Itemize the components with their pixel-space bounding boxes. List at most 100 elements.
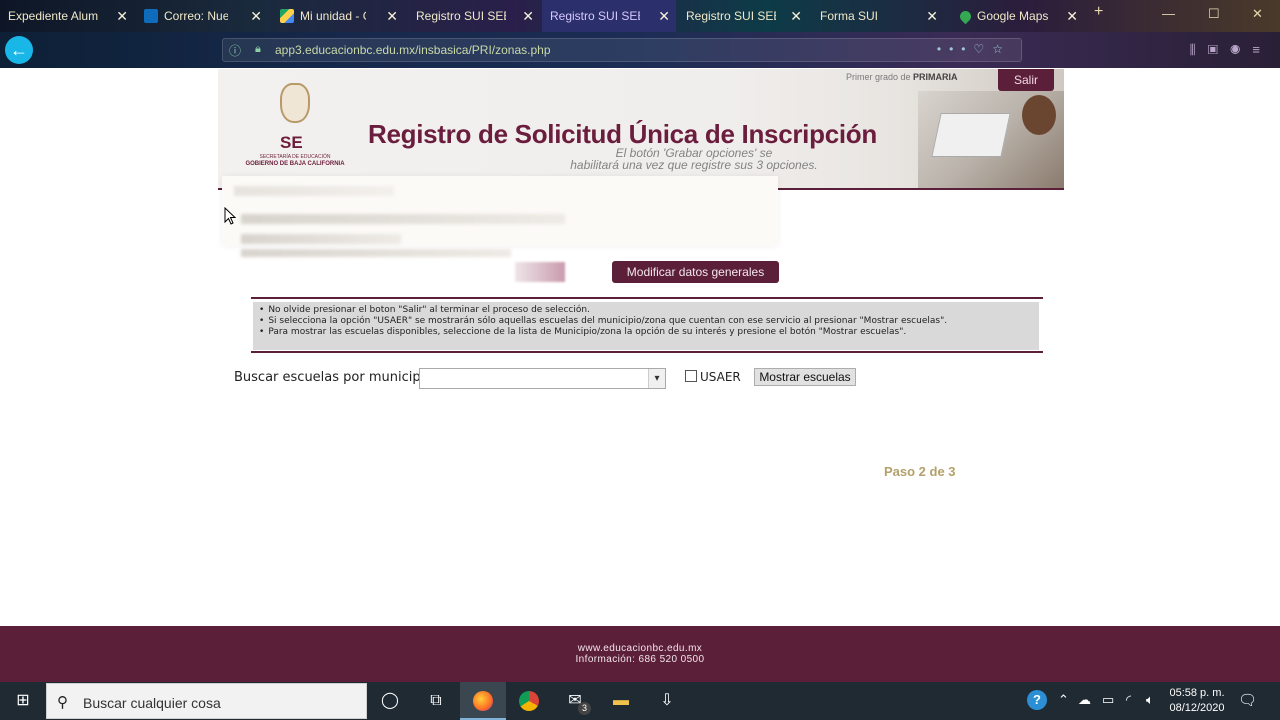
search-icon: ⚲ xyxy=(57,694,68,711)
instructions-list: No olvide presionar el boton "Salir" al … xyxy=(259,305,947,338)
redacted-line xyxy=(241,249,511,257)
chevron-down-icon[interactable]: ▾ xyxy=(648,369,665,388)
site-banner: SE SECRETARÍA DE EDUCACIÓN GOBIERNO DE B… xyxy=(218,69,1064,190)
browser-tab-bar: Expediente Alumno ✕ Correo: Nuevo ✕ Mi u… xyxy=(0,0,1280,32)
clock-time: 05:58 p. m. xyxy=(1169,687,1225,699)
tab-label: Registro SUI SEE xyxy=(686,9,776,23)
redacted-badge xyxy=(515,262,565,282)
close-icon[interactable]: ✕ xyxy=(386,9,398,23)
window-close-icon[interactable]: ✕ xyxy=(1252,6,1263,22)
close-icon[interactable]: ✕ xyxy=(926,9,938,23)
page-actions-icon[interactable]: •••♡☆ xyxy=(937,42,1011,56)
taskbar-clock[interactable]: 05:58 p. m. 08/12/2020 xyxy=(1164,686,1230,716)
tab-label: Google Maps xyxy=(977,9,1049,23)
usaer-checkbox[interactable] xyxy=(685,370,697,382)
back-button[interactable]: ← xyxy=(5,36,33,64)
grade-level: PRIMARIA xyxy=(913,72,958,82)
battery-icon[interactable]: ▭ xyxy=(1102,692,1114,708)
tab-label: Mi unidad - G xyxy=(300,9,366,23)
taskbar-search[interactable]: ⚲ Buscar cualquier cosa xyxy=(46,683,367,719)
url-text[interactable]: app3.educacionbc.edu.mx/insbasica/PRI/zo… xyxy=(275,43,551,57)
student-data-panel xyxy=(222,176,778,246)
notifications-icon[interactable]: 🗨︎ xyxy=(1238,691,1257,709)
store-icon[interactable]: ⇩ xyxy=(644,682,690,720)
tab-label: Registro SUI SEE xyxy=(550,9,640,23)
tab-registro-sui-3[interactable]: Registro SUI SEE ✕ xyxy=(678,0,808,32)
close-icon[interactable]: ✕ xyxy=(790,9,802,23)
laptop-image xyxy=(931,113,1011,157)
google-drive-icon xyxy=(280,9,294,23)
redacted-line xyxy=(241,214,565,224)
instructions-background: No olvide presionar el boton "Salir" al … xyxy=(253,302,1039,350)
redacted-line xyxy=(234,186,394,196)
new-tab-button[interactable]: + xyxy=(1094,3,1103,21)
instruction-item: Si selecciona la opción "USAER" se mostr… xyxy=(267,316,947,327)
tab-forma-sui[interactable]: Forma SUI ✕ xyxy=(812,0,944,32)
lock-icon[interactable]: 🔒︎ xyxy=(255,43,261,56)
child-image xyxy=(1022,95,1056,135)
onedrive-icon[interactable]: ☁ xyxy=(1078,692,1091,708)
footer-phone: Información: 686 520 0500 xyxy=(575,654,705,665)
task-view-icon[interactable]: ⧉ xyxy=(413,682,459,720)
close-icon[interactable]: ✕ xyxy=(250,9,262,23)
tab-google-maps[interactable]: Google Maps ✕ xyxy=(952,0,1084,32)
windows-start-icon[interactable]: ⊞ xyxy=(0,682,46,720)
usaer-label[interactable]: USAER xyxy=(700,370,741,384)
tab-label: Registro SUI SEE xyxy=(416,9,506,23)
tab-label: Forma SUI xyxy=(820,9,879,23)
cortana-icon[interactable]: ◯ xyxy=(367,682,413,720)
instruction-item: No olvide presionar el boton "Salir" al … xyxy=(267,305,947,316)
outlook-icon xyxy=(144,9,158,23)
minimize-icon[interactable]: — xyxy=(1162,6,1175,21)
wifi-icon[interactable]: ◜ xyxy=(1126,692,1131,708)
browser-nav-bar: ← ⓘ 🔒︎ app3.educacionbc.edu.mx/insbasica… xyxy=(0,32,1280,68)
address-bar[interactable]: ⓘ 🔒︎ app3.educacionbc.edu.mx/insbasica/P… xyxy=(222,38,1022,62)
firefox-icon[interactable] xyxy=(460,682,506,720)
map-pin-icon xyxy=(957,8,974,24)
tab-mi-unidad[interactable]: Mi unidad - G ✕ xyxy=(272,0,404,32)
close-icon[interactable]: ✕ xyxy=(1066,9,1078,23)
instructions-box: No olvide presionar el boton "Salir" al … xyxy=(251,297,1043,353)
instruction-item: Para mostrar las escuelas disponibles, s… xyxy=(267,327,947,338)
tab-expediente-alumno[interactable]: Expediente Alumno ✕ xyxy=(0,0,134,32)
logout-button[interactable]: Salir xyxy=(998,69,1054,91)
chrome-icon[interactable] xyxy=(506,682,552,720)
taskbar: ⊞ ⚲ Buscar cualquier cosa ◯ ⧉ ✉ 3 ▬ ⇩ ? ⌃… xyxy=(0,682,1280,720)
tooltip-line: habilitará una vez que registre sus 3 op… xyxy=(570,158,818,172)
tab-label: Correo: Nuevo xyxy=(164,9,228,23)
tab-registro-sui-active[interactable]: Registro SUI SEE ✕ xyxy=(542,0,676,32)
tab-correo[interactable]: Correo: Nuevo ✕ xyxy=(136,0,268,32)
site-footer: www.educacionbc.edu.mx Información: 686 … xyxy=(0,626,1280,682)
modify-data-button[interactable]: Modificar datos generales xyxy=(612,261,779,283)
close-icon[interactable]: ✕ xyxy=(522,9,534,23)
banner-photo xyxy=(918,91,1064,188)
state-seal-icon xyxy=(280,83,310,123)
municipio-select[interactable]: ▾ xyxy=(419,368,666,389)
se-logo-government: GOBIERNO DE BAJA CALIFORNIA xyxy=(245,161,345,167)
shield-icon[interactable]: ⓘ xyxy=(229,42,241,59)
close-icon[interactable]: ✕ xyxy=(116,9,128,23)
volume-icon[interactable]: 🔈︎ xyxy=(1146,692,1154,708)
tab-registro-sui-1[interactable]: Registro SUI SEE ✕ xyxy=(408,0,540,32)
taskbar-search-placeholder: Buscar cualquier cosa xyxy=(83,695,221,711)
municipio-label: Buscar escuelas por municipio: xyxy=(234,370,437,385)
show-schools-button[interactable]: Mostrar escuelas xyxy=(754,368,856,386)
redacted-line xyxy=(241,234,401,244)
tab-label: Expediente Alumno xyxy=(8,9,98,23)
se-logo-subtitle: SECRETARÍA DE EDUCACIÓN xyxy=(259,154,331,160)
grade-prefix: Primer grado de xyxy=(846,72,914,82)
mouse-cursor-icon xyxy=(224,207,236,225)
help-icon[interactable]: ? xyxy=(1027,690,1047,710)
toolbar-icons[interactable]: ⫼▣◉≡ xyxy=(1190,42,1272,58)
footer-website[interactable]: www.educacionbc.edu.mx xyxy=(0,643,1280,654)
chevron-up-icon[interactable]: ⌃ xyxy=(1058,692,1069,708)
se-logo: SE xyxy=(280,133,303,152)
file-explorer-icon[interactable]: ▬ xyxy=(598,682,644,720)
grade-label: Primer grado de PRIMARIA xyxy=(846,72,958,82)
step-indicator: Paso 2 de 3 xyxy=(884,464,956,479)
mail-icon[interactable]: ✉ 3 xyxy=(552,682,598,720)
close-icon[interactable]: ✕ xyxy=(658,9,670,23)
clock-date: 08/12/2020 xyxy=(1169,702,1225,714)
mail-badge: 3 xyxy=(578,702,591,715)
maximize-icon[interactable]: ☐ xyxy=(1208,6,1220,22)
